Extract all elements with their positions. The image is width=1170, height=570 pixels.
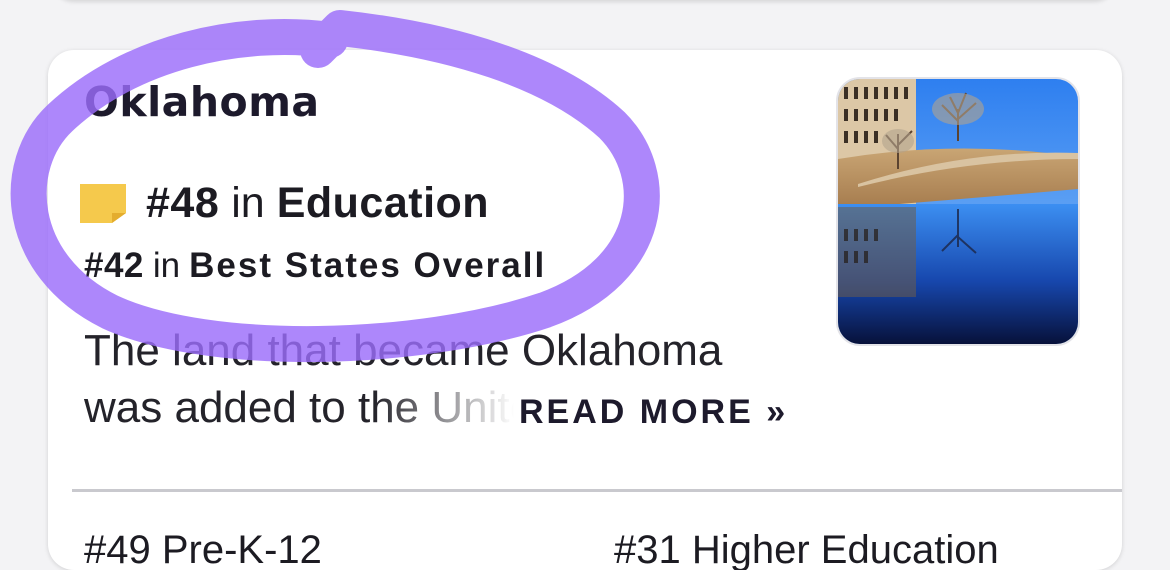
state-photo[interactable]	[836, 77, 1080, 346]
secondary-rank-category[interactable]: Best States Overall	[189, 246, 546, 285]
sub-rank-1[interactable]: #49 Pre-K-12	[84, 528, 322, 570]
sub-rankings: #49 Pre-K-12 #31 Higher Education	[84, 528, 999, 570]
secondary-rank: #42 in Best States Overall	[84, 246, 546, 286]
section-divider	[72, 489, 1122, 492]
description-line-1: The land that became Oklahoma	[84, 326, 723, 375]
state-ranking-card[interactable]: Oklahoma #48 in Education #42 in Best Stat…	[48, 50, 1122, 570]
primary-rank-category[interactable]: Education	[277, 179, 489, 228]
primary-rank: #48 in Education	[78, 175, 489, 231]
sub-rank-2[interactable]: #31 Higher Education	[614, 528, 999, 570]
secondary-rank-in: in	[152, 246, 181, 285]
secondary-rank-number: #42	[84, 246, 144, 285]
rank-badge-icon	[80, 184, 126, 223]
read-more-link[interactable]: READ MORE »	[519, 393, 788, 432]
state-title[interactable]: Oklahoma	[84, 78, 320, 126]
primary-rank-in: in	[231, 178, 265, 227]
primary-rank-number: #48	[146, 178, 220, 227]
